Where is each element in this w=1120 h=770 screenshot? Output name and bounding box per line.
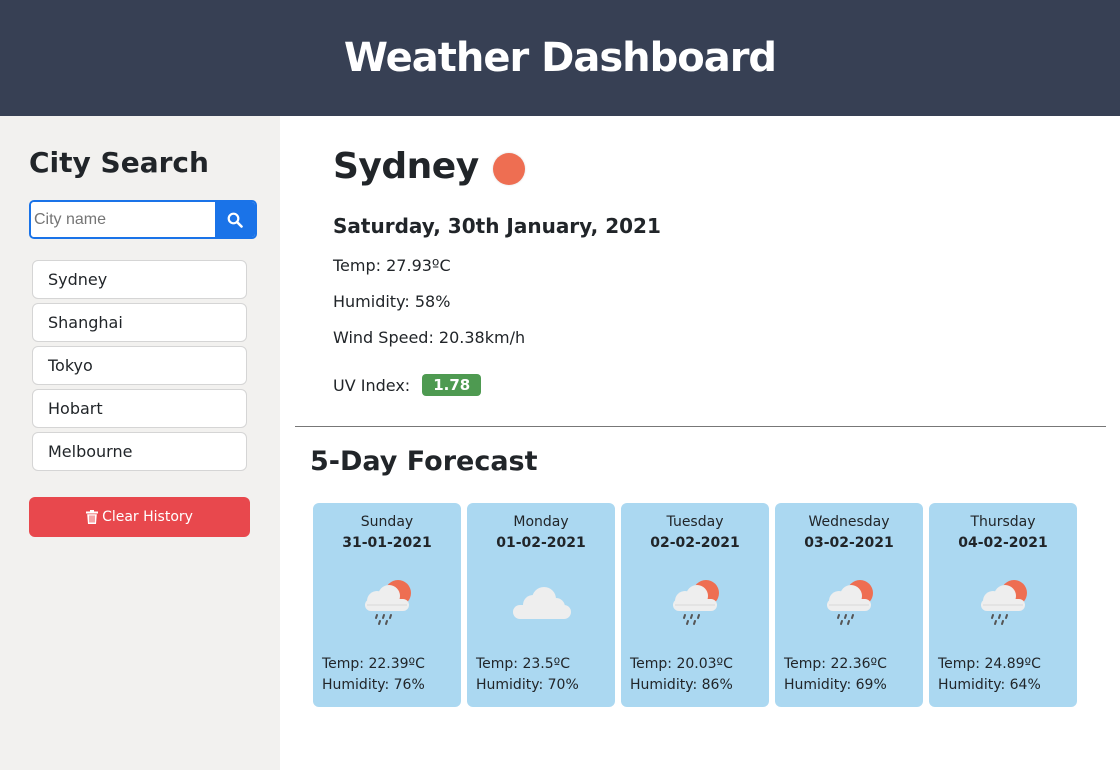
forecast-card: Tuesday 02-02-2021 Temp: 20.03ºC Humidit… bbox=[621, 503, 769, 707]
history-item-sydney[interactable]: Sydney bbox=[32, 260, 247, 299]
history-item-label: Melbourne bbox=[48, 442, 133, 461]
forecast-day: Monday bbox=[513, 514, 569, 530]
current-wind-speed: Wind Speed: 20.38km/h bbox=[333, 328, 526, 347]
search-history-list: Sydney Shanghai Tokyo Hobart Melbourne bbox=[32, 260, 247, 475]
uv-index-row: UV Index: 1.78 bbox=[333, 374, 482, 396]
current-city-name: Sydney bbox=[333, 146, 479, 187]
history-item-hobart[interactable]: Hobart bbox=[32, 389, 247, 428]
forecast-temp: Temp: 20.03ºC bbox=[630, 656, 733, 672]
sidebar: City Search Sydney Shanghai Tokyo Hobart… bbox=[0, 116, 280, 770]
forecast-date: 01-02-2021 bbox=[496, 535, 586, 551]
forecast-temp: Temp: 24.89ºC bbox=[938, 656, 1041, 672]
current-temp: Temp: 27.93ºC bbox=[333, 256, 451, 275]
forecast-temp: Temp: 23.5ºC bbox=[476, 656, 571, 672]
forecast-temp: Temp: 22.39ºC bbox=[322, 656, 425, 672]
search-button[interactable] bbox=[215, 202, 255, 237]
forecast-day: Wednesday bbox=[808, 514, 890, 530]
forecast-date: 02-02-2021 bbox=[650, 535, 740, 551]
history-item-melbourne[interactable]: Melbourne bbox=[32, 432, 247, 471]
clear-history-button[interactable]: Clear History bbox=[29, 497, 250, 537]
search-icon bbox=[227, 212, 243, 228]
rain-sun-icon bbox=[981, 580, 1027, 625]
forecast-humidity: Humidity: 70% bbox=[476, 677, 579, 693]
history-item-label: Sydney bbox=[48, 270, 108, 289]
forecast-title: 5-Day Forecast bbox=[310, 446, 538, 477]
city-search-input[interactable] bbox=[31, 202, 215, 237]
current-city-row: Sydney bbox=[333, 146, 525, 187]
page-header: Weather Dashboard bbox=[0, 0, 1120, 116]
forecast-date: 03-02-2021 bbox=[804, 535, 894, 551]
history-item-label: Shanghai bbox=[48, 313, 123, 332]
section-divider bbox=[295, 426, 1106, 427]
forecast-humidity: Humidity: 76% bbox=[322, 677, 425, 693]
trash-icon bbox=[86, 510, 99, 524]
page-title: Weather Dashboard bbox=[343, 35, 777, 81]
current-humidity: Humidity: 58% bbox=[333, 292, 451, 311]
forecast-day: Tuesday bbox=[666, 514, 724, 530]
sun-icon bbox=[492, 152, 525, 185]
history-item-label: Hobart bbox=[48, 399, 103, 418]
clear-history-label: Clear History bbox=[102, 509, 193, 525]
forecast-card: Wednesday 03-02-2021 Temp: 22.36ºC Humid… bbox=[775, 503, 923, 707]
forecast-humidity: Humidity: 64% bbox=[938, 677, 1041, 693]
forecast-day: Sunday bbox=[360, 514, 414, 530]
cloud-icon bbox=[513, 587, 571, 619]
current-date: Saturday, 30th January, 2021 bbox=[333, 214, 661, 238]
history-item-tokyo[interactable]: Tokyo bbox=[32, 346, 247, 385]
forecast-humidity: Humidity: 69% bbox=[784, 677, 887, 693]
forecast-date: 04-02-2021 bbox=[958, 535, 1048, 551]
history-item-shanghai[interactable]: Shanghai bbox=[32, 303, 247, 342]
forecast-cards: Sunday 31-01-2021 Temp: 22.39ºC Humidity… bbox=[313, 503, 1077, 707]
rain-sun-icon bbox=[673, 580, 719, 625]
forecast-card: Monday 01-02-2021 Temp: 23.5ºC Humidity:… bbox=[467, 503, 615, 707]
rain-sun-icon bbox=[365, 580, 411, 625]
forecast-humidity: Humidity: 86% bbox=[630, 677, 733, 693]
rain-sun-icon bbox=[827, 580, 873, 625]
history-item-label: Tokyo bbox=[48, 356, 93, 375]
forecast-card: Sunday 31-01-2021 Temp: 22.39ºC Humidity… bbox=[313, 503, 461, 707]
sidebar-title: City Search bbox=[29, 146, 209, 179]
main-content: Sydney Saturday, 30th January, 2021 Temp… bbox=[280, 116, 1120, 770]
uv-index-badge: 1.78 bbox=[422, 374, 482, 396]
uv-index-label: UV Index: bbox=[333, 375, 411, 395]
forecast-temp: Temp: 22.36ºC bbox=[784, 656, 887, 672]
forecast-card: Thursday 04-02-2021 Temp: 24.89ºC Humidi… bbox=[929, 503, 1077, 707]
forecast-day: Thursday bbox=[970, 514, 1036, 530]
search-box bbox=[29, 200, 257, 239]
forecast-date: 31-01-2021 bbox=[342, 535, 432, 551]
